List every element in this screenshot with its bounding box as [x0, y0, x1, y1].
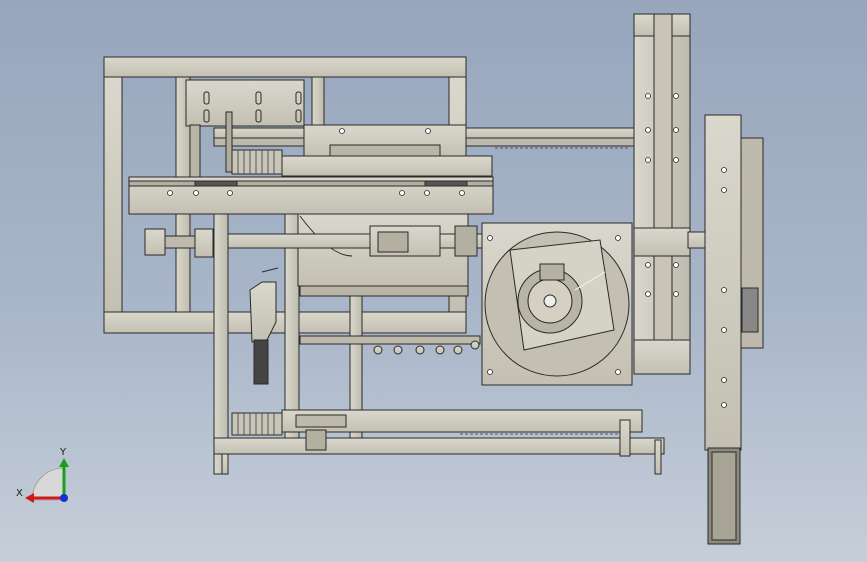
coordinate-triad: X Y	[16, 447, 69, 503]
left-gripper	[249, 267, 279, 385]
triad-base	[31, 467, 65, 501]
rotary-plate	[481, 222, 633, 386]
lower-assembly	[213, 409, 665, 475]
assembly-model[interactable]	[103, 13, 764, 545]
vertical-column	[633, 13, 709, 375]
y-axis-label: Y	[59, 447, 67, 458]
x-axis-label: X	[16, 488, 23, 499]
cross-beam	[128, 176, 494, 215]
cad-viewport[interactable]: X Y	[0, 0, 867, 562]
end-plate	[704, 114, 764, 545]
z-axis-dot	[60, 494, 68, 502]
chain	[299, 335, 481, 355]
carriage-block	[303, 124, 467, 160]
